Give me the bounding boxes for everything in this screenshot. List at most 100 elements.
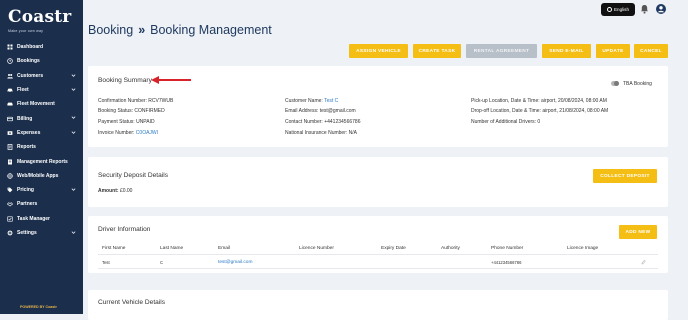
contact-value: +441234566786 bbox=[324, 119, 361, 125]
sidebar-nav: Dashboard Bookings Customers Fleet Fleet Mov… bbox=[0, 40, 83, 240]
driver-information-card bbox=[88, 216, 668, 273]
bookings-icon bbox=[6, 58, 13, 65]
contact-number: Contact Number: +441234566786 bbox=[285, 119, 360, 125]
sidebar-item-customers[interactable]: Customers bbox=[0, 69, 83, 83]
driver-email-link[interactable]: test@gmail.com bbox=[218, 260, 252, 265]
column-header-first-name: First Name bbox=[102, 246, 126, 251]
cancel-button[interactable]: CANCEL bbox=[634, 44, 668, 58]
ni-label: National Insurance Number: bbox=[285, 130, 348, 136]
chevron-down-icon bbox=[71, 116, 76, 120]
tba-booking-label: TBA Booking bbox=[623, 81, 652, 87]
chevron-down-icon bbox=[71, 188, 76, 191]
column-header-authority: Authority bbox=[441, 246, 460, 251]
sidebar-item-label: Fleet Movement bbox=[17, 101, 55, 108]
national-insurance-number: National Insurance Number: N/A bbox=[285, 130, 357, 136]
booking-summary-title: Booking Summary bbox=[98, 77, 152, 84]
confirmation-value: RCV7WUB bbox=[148, 98, 174, 104]
expenses-icon bbox=[6, 129, 13, 136]
customer-name: Customer Name: Test C bbox=[285, 98, 338, 104]
column-header-phone-number: Phone Number bbox=[491, 246, 524, 251]
deposit-amount: Amount: £0.00 bbox=[98, 188, 132, 194]
customer-name-label: Customer Name: bbox=[285, 98, 323, 104]
apps-icon bbox=[6, 172, 13, 179]
brand-tagline: Make your own way bbox=[8, 29, 44, 33]
sidebar-item-dashboard[interactable]: Dashboard bbox=[0, 40, 83, 54]
sidebar-item-label: Bookings bbox=[17, 58, 40, 65]
sidebar-item-label: Customers bbox=[17, 72, 44, 79]
sidebar-item-fleet-movement[interactable]: Fleet Movement bbox=[0, 97, 83, 111]
invoice-number: Invoice Number: C0OAJWI bbox=[98, 130, 158, 136]
pickup-label: Pick-up Location, Date & Time: bbox=[471, 98, 540, 104]
sidebar-item-management-reports[interactable]: Management Reports bbox=[0, 154, 83, 168]
confirmation-label: Confirmation Number: bbox=[98, 98, 147, 104]
edit-icon[interactable] bbox=[641, 259, 646, 265]
sidebar-item-settings[interactable]: Settings bbox=[0, 226, 83, 240]
sidebar: Coastr Make your own way Dashboard Bookin… bbox=[0, 0, 83, 314]
tba-booking-toggle[interactable] bbox=[611, 81, 619, 86]
column-header-licence-image: Licence Image bbox=[567, 246, 599, 251]
chevron-down-icon bbox=[71, 231, 76, 234]
sidebar-item-expenses[interactable]: Expenses bbox=[0, 126, 83, 140]
security-deposit-card bbox=[88, 157, 668, 207]
collect-deposit-button[interactable]: COLLECT DEPOSIT bbox=[593, 169, 657, 183]
driver-last-name: C bbox=[160, 260, 164, 265]
page-title: Booking Management bbox=[150, 23, 272, 37]
dropoff-label: Drop-off Location, Date & Time: bbox=[471, 108, 541, 114]
chevron-down-icon bbox=[71, 88, 76, 91]
globe-icon bbox=[606, 7, 612, 12]
reports-icon bbox=[6, 144, 13, 151]
task-manager-icon bbox=[6, 215, 13, 222]
management-reports-icon bbox=[6, 158, 13, 165]
status-label: Booking Status: bbox=[98, 108, 134, 114]
bell-icon[interactable] bbox=[640, 4, 649, 14]
sidebar-item-label: Dashboard bbox=[17, 44, 44, 51]
car-icon bbox=[6, 87, 13, 94]
chevron-down-icon bbox=[71, 131, 76, 134]
email-label: Email Address: bbox=[285, 108, 319, 114]
rental-agreement-button[interactable]: RENTAL AGREEMENT bbox=[466, 44, 537, 58]
customer-name-link[interactable]: Test C bbox=[324, 98, 338, 104]
brand-logo[interactable]: Coastr Make your own way bbox=[8, 9, 78, 35]
sidebar-item-label: Task Manager bbox=[17, 215, 50, 222]
annotation-arrow-icon bbox=[151, 76, 191, 84]
sidebar-item-label: Expenses bbox=[17, 129, 41, 136]
language-button[interactable]: English bbox=[601, 3, 635, 16]
create-task-button[interactable]: CREATE TASK bbox=[413, 44, 461, 58]
column-header-licence-number: Licence Number bbox=[299, 246, 334, 251]
breadcrumb-booking[interactable]: Booking bbox=[88, 23, 133, 37]
ni-value: N/A bbox=[348, 130, 357, 136]
assign-vehicle-button[interactable]: ASSIGN VEHICLE bbox=[349, 44, 408, 58]
sidebar-item-partners[interactable]: Partners bbox=[0, 197, 83, 211]
table-divider bbox=[98, 268, 658, 269]
chevron-down-icon bbox=[71, 73, 76, 77]
sidebar-item-pricing[interactable]: Pricing bbox=[0, 183, 83, 197]
sidebar-item-billing[interactable]: Billing bbox=[0, 111, 83, 125]
payment-value: UNPAID bbox=[136, 119, 155, 125]
invoice-link[interactable]: C0OAJWI bbox=[136, 130, 158, 136]
status-value: CONFIRMED bbox=[134, 108, 165, 114]
amount-label: Amount: bbox=[98, 188, 119, 194]
sidebar-item-fleet[interactable]: Fleet bbox=[0, 83, 83, 97]
fleet-movement-icon bbox=[6, 101, 13, 108]
sidebar-item-task-manager[interactable]: Task Manager bbox=[0, 212, 83, 226]
dropoff-details: Drop-off Location, Date & Time: airport,… bbox=[471, 108, 608, 114]
dashboard-icon bbox=[6, 44, 13, 51]
drivers-value: 0 bbox=[537, 119, 541, 125]
email-address: Email Address: test@gmail.com bbox=[285, 108, 356, 114]
sidebar-item-bookings[interactable]: Bookings bbox=[0, 54, 83, 68]
send-email-button[interactable]: SEND E-MAIL bbox=[542, 44, 591, 58]
add-new-driver-button[interactable]: ADD NEW bbox=[619, 225, 657, 239]
column-header-email: Email bbox=[218, 246, 230, 251]
sidebar-item-label: Pricing bbox=[17, 187, 34, 194]
pickup-value: airport, 20/08/2024, 08:00 AM bbox=[541, 98, 607, 104]
update-button[interactable]: UPDATE bbox=[596, 44, 630, 58]
booking-status: Booking Status: CONFIRMED bbox=[98, 108, 165, 114]
amount-value: £0.00 bbox=[119, 188, 133, 194]
current-vehicle-title: Current Vehicle Details bbox=[98, 299, 166, 306]
sidebar-item-label: Web/Mobile Apps bbox=[17, 172, 59, 179]
user-avatar-icon[interactable] bbox=[656, 4, 666, 14]
email-value: test@gmail.com bbox=[319, 108, 356, 114]
sidebar-item-web-mobile-apps[interactable]: Web/Mobile Apps bbox=[0, 169, 83, 183]
table-divider bbox=[98, 254, 658, 255]
sidebar-item-reports[interactable]: Reports bbox=[0, 140, 83, 154]
